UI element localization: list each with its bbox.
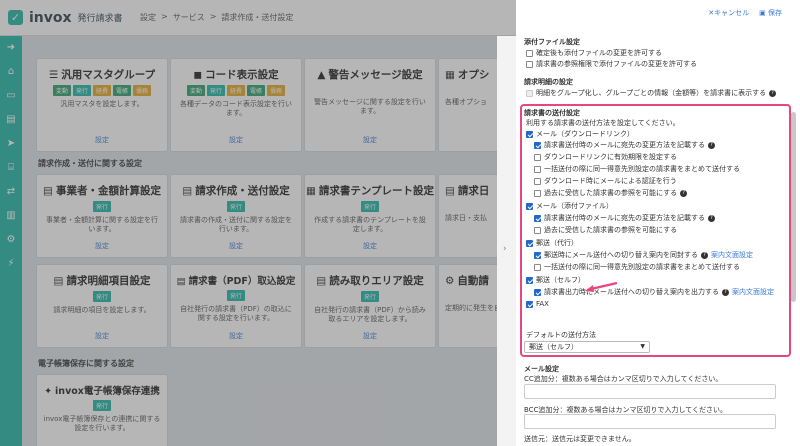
- option-label: 郵送（代行）: [536, 239, 578, 247]
- option-label: FAX: [536, 300, 549, 308]
- option-label: 過去に受信した請求書の参照を可能にする: [544, 226, 678, 234]
- cancel-button[interactable]: ✕キャンセル: [708, 8, 749, 18]
- save-button[interactable]: ▣ 保存: [759, 8, 782, 18]
- checkbox-mail-dl[interactable]: [526, 130, 533, 138]
- checkbox[interactable]: [526, 49, 533, 57]
- panel-handle[interactable]: [497, 36, 516, 446]
- checkbox[interactable]: [534, 288, 541, 296]
- option-label: 明細をグループ化し、グループごとの情報（金額等）を請求書に表示する: [536, 89, 767, 97]
- help-icon[interactable]: ?: [769, 89, 777, 97]
- checkbox[interactable]: [534, 251, 541, 259]
- select-value: 郵送（セルフ）: [529, 343, 578, 351]
- checkbox[interactable]: [534, 214, 541, 222]
- checkbox[interactable]: [534, 263, 541, 271]
- send-desc: 利用する請求書の送付方法を設定してください。: [526, 119, 680, 127]
- checkbox-post-self[interactable]: [526, 276, 533, 284]
- default-label: デフォルトの送付方法: [526, 331, 596, 339]
- checkbox[interactable]: [534, 165, 541, 173]
- option-label: 確定後も添付ファイルの変更を許可する: [536, 49, 662, 57]
- option-label: 一括送付の際に同一得意先別設定の請求書をまとめて送付する: [544, 165, 740, 173]
- option-label: メール（添付ファイル）: [536, 202, 613, 210]
- option-label: 一括送付の際に同一得意先別設定の請求書をまとめて送付する: [544, 263, 740, 271]
- guide-link[interactable]: 案内文面設定: [711, 250, 753, 260]
- caret-down-icon: ▼: [640, 343, 645, 350]
- save-label: 保存: [768, 9, 782, 17]
- help-icon[interactable]: ?: [708, 214, 715, 222]
- scrollbar[interactable]: [791, 112, 796, 302]
- checkbox[interactable]: [534, 177, 541, 185]
- option-label: ダウンロード時にメールによる認証を行う: [544, 177, 677, 185]
- checkbox[interactable]: [534, 226, 541, 234]
- help-icon[interactable]: ?: [680, 189, 688, 197]
- help-icon[interactable]: ?: [701, 251, 708, 259]
- checkbox[interactable]: [534, 189, 541, 197]
- checkbox[interactable]: [526, 60, 533, 68]
- option-label: 郵送（セルフ）: [536, 276, 585, 284]
- checkbox[interactable]: [534, 141, 541, 149]
- cc-input[interactable]: [524, 384, 776, 399]
- option-label: メール（ダウンロードリンク）: [536, 130, 634, 138]
- help-icon[interactable]: ?: [708, 141, 715, 149]
- save-icon: ▣: [759, 9, 766, 17]
- checkbox[interactable]: [526, 89, 533, 97]
- option-label: 請求書出力時にメール送付への切り替え案内を出力する: [544, 288, 719, 296]
- option-label: 請求書の参照権限で添付ファイルの変更を許可する: [536, 60, 697, 68]
- help-icon[interactable]: ?: [722, 288, 729, 296]
- cc-label: CC追加分：複数ある場合はカンマ区切りで入力してください。: [524, 375, 723, 383]
- option-label: 過去に受信した請求書の参照を可能にする: [544, 189, 678, 197]
- attach-head: 添付ファイル設定: [524, 38, 580, 46]
- detail-head: 請求明細の設定: [524, 78, 573, 86]
- mail-head: メール設定: [524, 365, 559, 373]
- checkbox-post-agent[interactable]: [526, 239, 533, 247]
- modal-overlay[interactable]: [0, 0, 516, 446]
- option-label: 請求書送付時のメールに宛先の変更方法を記載する: [544, 214, 705, 222]
- pointer-arrow-icon: [585, 281, 618, 292]
- checkbox-mail-att[interactable]: [526, 202, 533, 210]
- option-label: ダウンロードリンクに有効期限を設定する: [544, 153, 677, 161]
- send-head: 請求書の送付設定: [524, 109, 580, 117]
- bcc-input[interactable]: [524, 414, 776, 429]
- guide-link[interactable]: 案内文面設定: [732, 287, 774, 297]
- chevron-right-icon[interactable]: ›: [503, 244, 507, 254]
- default-send-select[interactable]: 郵送（セルフ） ▼: [524, 341, 650, 353]
- checkbox[interactable]: [534, 153, 541, 161]
- sender-label: 送信元：送信元は変更できません。: [524, 435, 636, 443]
- checkbox-fax[interactable]: [526, 300, 533, 308]
- option-label: 郵送時にメール送付への切り替え案内を同封する: [544, 251, 698, 259]
- option-label: 請求書送付時のメールに宛先の変更方法を記載する: [544, 141, 705, 149]
